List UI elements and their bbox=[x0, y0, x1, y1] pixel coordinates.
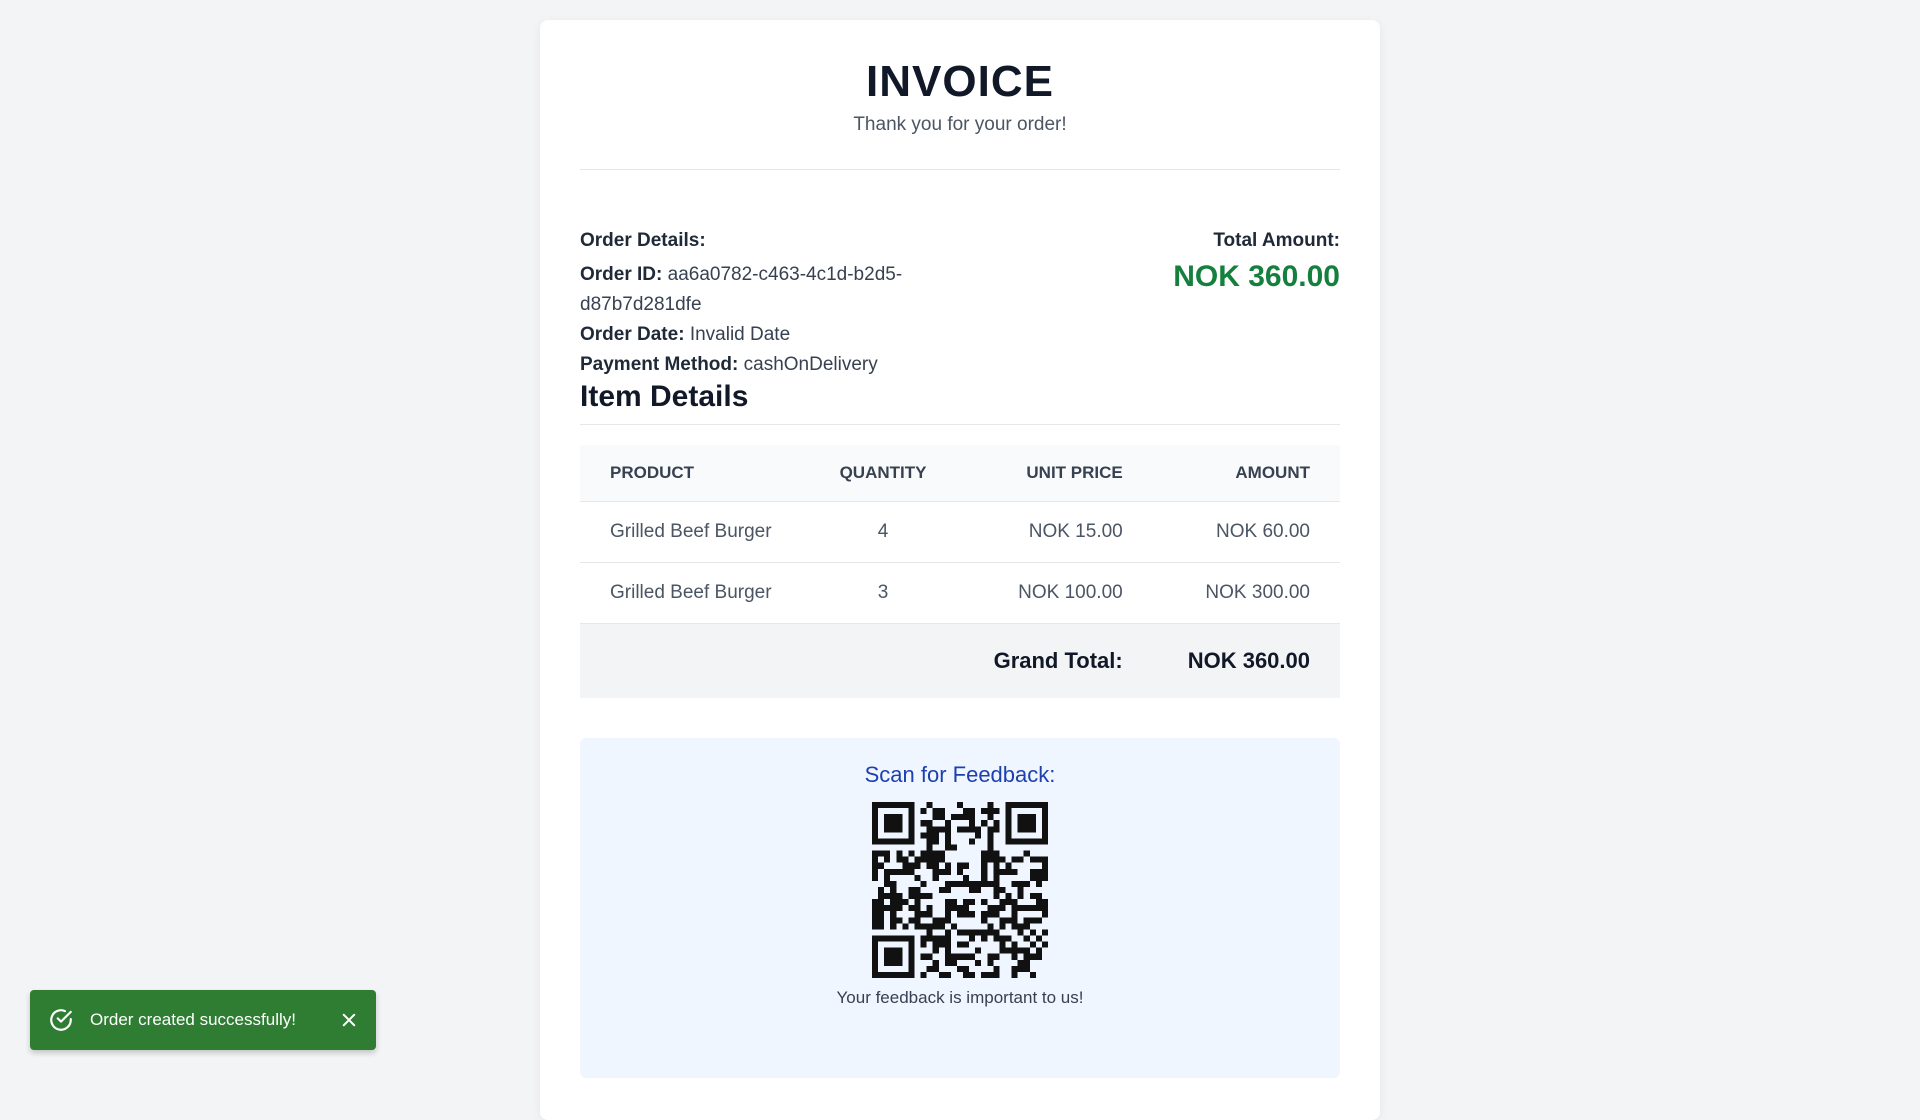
grand-total-label: Grand Total: bbox=[958, 623, 1153, 698]
unit-price-cell: NOK 100.00 bbox=[958, 562, 1153, 624]
order-id-row: Order ID: aa6a0782-c463-4c1d-b2d5-d87b7d… bbox=[580, 260, 960, 320]
unit-price-cell: NOK 15.00 bbox=[958, 501, 1153, 563]
qr-code-icon bbox=[872, 802, 1048, 978]
feedback-title: Scan for Feedback: bbox=[864, 762, 1056, 787]
column-header-unit-price: UNIT PRICE bbox=[958, 445, 1153, 502]
toast-message: Order created successfully! bbox=[90, 1010, 296, 1029]
table-row: Grilled Beef Burger 4 NOK 15.00 NOK 60.0… bbox=[580, 501, 1340, 563]
amount-cell: NOK 60.00 bbox=[1152, 501, 1340, 563]
total-amount-label: Total Amount: bbox=[1213, 230, 1340, 251]
invoice-header: INVOICE Thank you for your order! bbox=[580, 20, 1340, 170]
quantity-cell: 4 bbox=[807, 501, 959, 563]
item-details-heading: Item Details bbox=[580, 380, 1340, 425]
grand-total-spacer bbox=[807, 623, 959, 698]
order-date-value: Invalid Date bbox=[689, 324, 791, 345]
items-table-header: PRODUCT QUANTITY UNIT PRICE AMOUNT bbox=[580, 445, 1340, 502]
order-details: Order Details: Order ID: aa6a0782-c463-4… bbox=[580, 226, 960, 380]
order-details-heading: Order Details: bbox=[580, 230, 706, 251]
payment-method-value: cashOnDelivery bbox=[743, 354, 878, 375]
invoice-subtitle: Thank you for your order! bbox=[853, 114, 1067, 135]
payment-method-row: Payment Method: cashOnDelivery bbox=[580, 350, 960, 380]
amount-cell: NOK 300.00 bbox=[1152, 562, 1340, 624]
check-circle-icon bbox=[50, 1009, 72, 1031]
total-amount-block: Total Amount: NOK 360.00 bbox=[1173, 226, 1340, 294]
close-icon[interactable] bbox=[340, 1011, 358, 1029]
column-header-amount: AMOUNT bbox=[1152, 445, 1340, 502]
order-date-row: Order Date: Invalid Date bbox=[580, 320, 960, 350]
column-header-quantity: QUANTITY bbox=[807, 445, 959, 502]
total-amount-value: NOK 360.00 bbox=[1173, 260, 1340, 293]
quantity-cell: 3 bbox=[807, 562, 959, 624]
feedback-section: Scan for Feedback: Your feedback is impo… bbox=[580, 738, 1340, 1078]
invoice-title: INVOICE bbox=[866, 57, 1054, 106]
payment-method-label: Payment Method: bbox=[580, 354, 739, 375]
product-cell: Grilled Beef Burger bbox=[580, 501, 808, 563]
order-date-label: Order Date: bbox=[580, 324, 685, 345]
grand-total-spacer bbox=[580, 623, 808, 698]
table-row: Grilled Beef Burger 3 NOK 100.00 NOK 300… bbox=[580, 562, 1340, 624]
order-details-section: Order Details: Order ID: aa6a0782-c463-4… bbox=[580, 170, 1340, 380]
product-cell: Grilled Beef Burger bbox=[580, 562, 808, 624]
column-header-product: PRODUCT bbox=[580, 445, 808, 502]
invoice-card: INVOICE Thank you for your order! Order … bbox=[540, 20, 1380, 1120]
success-toast: Order created successfully! bbox=[30, 990, 376, 1050]
grand-total-row: Grand Total: NOK 360.00 bbox=[580, 623, 1340, 698]
grand-total-value: NOK 360.00 bbox=[1152, 623, 1340, 698]
order-id-label: Order ID: bbox=[580, 264, 663, 285]
items-table: PRODUCT QUANTITY UNIT PRICE AMOUNT Grill… bbox=[580, 445, 1340, 698]
feedback-note: Your feedback is important to us! bbox=[836, 988, 1084, 1007]
